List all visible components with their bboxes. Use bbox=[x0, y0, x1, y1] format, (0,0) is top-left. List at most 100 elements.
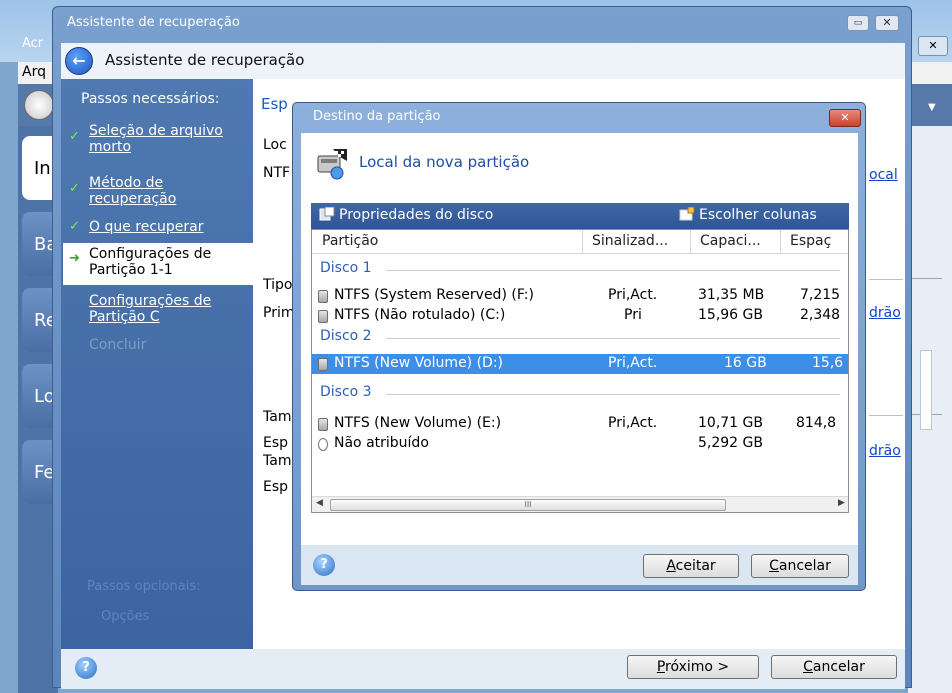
step-label-line: Partição 1-1 bbox=[89, 262, 173, 278]
optional-steps-title: Passos opcionais: bbox=[87, 579, 201, 594]
group-divider bbox=[386, 338, 840, 339]
partition-free-space: 2,348 bbox=[800, 307, 841, 323]
divider bbox=[908, 278, 942, 279]
help-icon[interactable]: ? bbox=[313, 554, 335, 576]
content-label: Tipo bbox=[263, 277, 293, 293]
chevron-down-icon[interactable]: ▼ bbox=[928, 102, 936, 113]
step-label-line: Configurações de bbox=[89, 246, 212, 262]
partition-capacity: 10,71 GB bbox=[698, 415, 763, 431]
menu-item-file[interactable]: Arq bbox=[22, 64, 46, 80]
background-panel-box bbox=[920, 350, 932, 430]
wizard-title: Assistente de recuperação bbox=[105, 51, 305, 69]
content-label: Tam bbox=[263, 409, 292, 425]
content-label: NTF bbox=[263, 165, 291, 181]
group-label-disk-1: Disco 1 bbox=[320, 260, 372, 276]
content-label: Tam bbox=[263, 453, 292, 469]
column-header-capacity[interactable]: Capaci... bbox=[700, 233, 761, 249]
step-archive-selection[interactable]: Seleção de arquivo morto bbox=[89, 123, 223, 155]
disk-properties-button[interactable]: Propriedades do disco bbox=[319, 207, 493, 223]
accept-button-label: ceitar bbox=[675, 558, 716, 574]
group-divider bbox=[386, 394, 840, 395]
column-separator[interactable] bbox=[780, 230, 781, 254]
step-current-partition-settings[interactable]: ➜ Configurações de Partição 1-1 bbox=[63, 243, 253, 285]
scroll-right-icon[interactable]: ▶ bbox=[838, 498, 845, 508]
cancel-button[interactable]: Cancelar bbox=[771, 655, 897, 679]
partition-free-space: 7,215 bbox=[800, 287, 841, 303]
partition-capacity: 16 GB bbox=[724, 355, 767, 371]
step-label: O que recuperar bbox=[89, 219, 204, 235]
partition-name: Não atribuído bbox=[334, 435, 429, 451]
cancel-button-label: ancelar bbox=[778, 558, 831, 574]
background-back-icon[interactable] bbox=[24, 90, 54, 120]
step-what-to-recover[interactable]: O que recuperar bbox=[89, 219, 204, 235]
partition-row-selected[interactable]: NTFS (New Volume) (D:) Pri,Act. 16 GB 15… bbox=[312, 354, 848, 374]
column-separator[interactable] bbox=[690, 230, 691, 254]
scrollbar-thumb[interactable]: III bbox=[330, 499, 726, 511]
divider bbox=[869, 279, 903, 280]
step-label: recuperação bbox=[89, 191, 177, 207]
cancel-button-label: ancelar bbox=[812, 659, 865, 675]
background-app-title: Acr bbox=[22, 36, 44, 51]
step-label: Partição C bbox=[89, 309, 160, 325]
dialog-footer: ? Aceitar Cancelar bbox=[301, 545, 858, 585]
partition-table: Partição Sinalizad... Capaci... Espaç Di… bbox=[311, 229, 849, 513]
step-recovery-method[interactable]: Método de recuperação bbox=[89, 175, 176, 207]
group-divider bbox=[386, 270, 840, 271]
dialog-heading: Local da nova partição bbox=[359, 153, 530, 171]
partition-flags: Pri,Act. bbox=[608, 287, 658, 303]
accept-button[interactable]: Aceitar bbox=[643, 554, 739, 578]
partition-row[interactable]: Não atribuído 5,292 GB bbox=[312, 434, 848, 454]
partition-row[interactable]: NTFS (System Reserved) (F:) Pri,Act. 31,… bbox=[312, 286, 848, 306]
column-header-free-space[interactable]: Espaç bbox=[790, 233, 831, 249]
wizard-header: ← Assistente de recuperação bbox=[61, 43, 905, 79]
steps-title: Passos necessários: bbox=[81, 91, 220, 107]
next-button[interactable]: Próximo > bbox=[627, 655, 759, 679]
minimize-icon[interactable]: ▭ bbox=[847, 15, 869, 31]
arrow-right-icon: ➜ bbox=[69, 251, 80, 266]
step-label: Método de bbox=[89, 175, 164, 191]
step-finish: Concluir bbox=[89, 337, 147, 353]
choose-columns-button[interactable]: Escolher colunas bbox=[679, 207, 817, 223]
change-location-link[interactable]: ocal bbox=[869, 167, 898, 183]
step-partition-c-settings[interactable]: Configurações de Partição C bbox=[89, 293, 211, 325]
background-close-icon[interactable]: ✕ bbox=[918, 36, 948, 56]
horizontal-scrollbar[interactable]: ◀ III ▶ bbox=[312, 496, 848, 512]
scroll-left-icon[interactable]: ◀ bbox=[316, 498, 323, 508]
partition-row[interactable]: NTFS (Não rotulado) (C:) Pri 15,96 GB 2,… bbox=[312, 306, 848, 326]
step-options: Opções bbox=[101, 609, 150, 624]
disk-icon bbox=[318, 290, 328, 303]
content-label: Loc bbox=[263, 137, 287, 153]
help-icon[interactable]: ? bbox=[75, 657, 97, 679]
unallocated-icon bbox=[318, 438, 328, 451]
dialog-toolbar: Propriedades do disco Escolher colunas bbox=[311, 203, 849, 229]
step-label: Configurações de Partição 1-1 bbox=[89, 246, 211, 278]
content-label: Esp bbox=[263, 479, 289, 495]
wizard-footer: ? Próximo > Cancelar bbox=[61, 649, 905, 689]
back-arrow-icon[interactable]: ← bbox=[65, 47, 93, 75]
partition-free-space: 814,8 bbox=[796, 415, 837, 431]
partition-capacity: 5,292 GB bbox=[698, 435, 763, 451]
column-separator[interactable] bbox=[582, 230, 583, 254]
step-label: Configurações de bbox=[89, 293, 212, 309]
close-icon[interactable]: ✕ bbox=[875, 15, 899, 31]
default-link[interactable]: drão bbox=[869, 305, 901, 321]
choose-columns-label: Escolher colunas bbox=[699, 207, 817, 223]
partition-capacity: 15,96 GB bbox=[698, 307, 763, 323]
partition-destination-dialog: Destino da partição ✕ Local da nova part… bbox=[292, 102, 866, 591]
partition-row[interactable]: NTFS (New Volume) (E:) Pri,Act. 10,71 GB… bbox=[312, 414, 848, 434]
default-link[interactable]: drão bbox=[869, 443, 901, 459]
column-header-flags[interactable]: Sinalizad... bbox=[592, 233, 668, 249]
partition-flags: Pri bbox=[624, 307, 642, 323]
cancel-button[interactable]: Cancelar bbox=[751, 554, 849, 578]
accept-button-accelerator: A bbox=[666, 558, 676, 574]
steps-sidebar: Passos necessários: ✓ Seleção de arquivo… bbox=[61, 79, 253, 649]
window-title: Assistente de recuperação bbox=[67, 15, 240, 30]
disk-icon bbox=[318, 358, 328, 371]
column-header-partition[interactable]: Partição bbox=[322, 233, 378, 249]
group-label-disk-2: Disco 2 bbox=[320, 328, 372, 344]
checkmark-icon: ✓ bbox=[69, 181, 80, 196]
group-label-disk-3: Disco 3 bbox=[320, 384, 372, 400]
table-header: Partição Sinalizad... Capaci... Espaç bbox=[312, 230, 848, 254]
checkmark-icon: ✓ bbox=[69, 129, 80, 144]
close-icon[interactable]: ✕ bbox=[829, 109, 861, 127]
